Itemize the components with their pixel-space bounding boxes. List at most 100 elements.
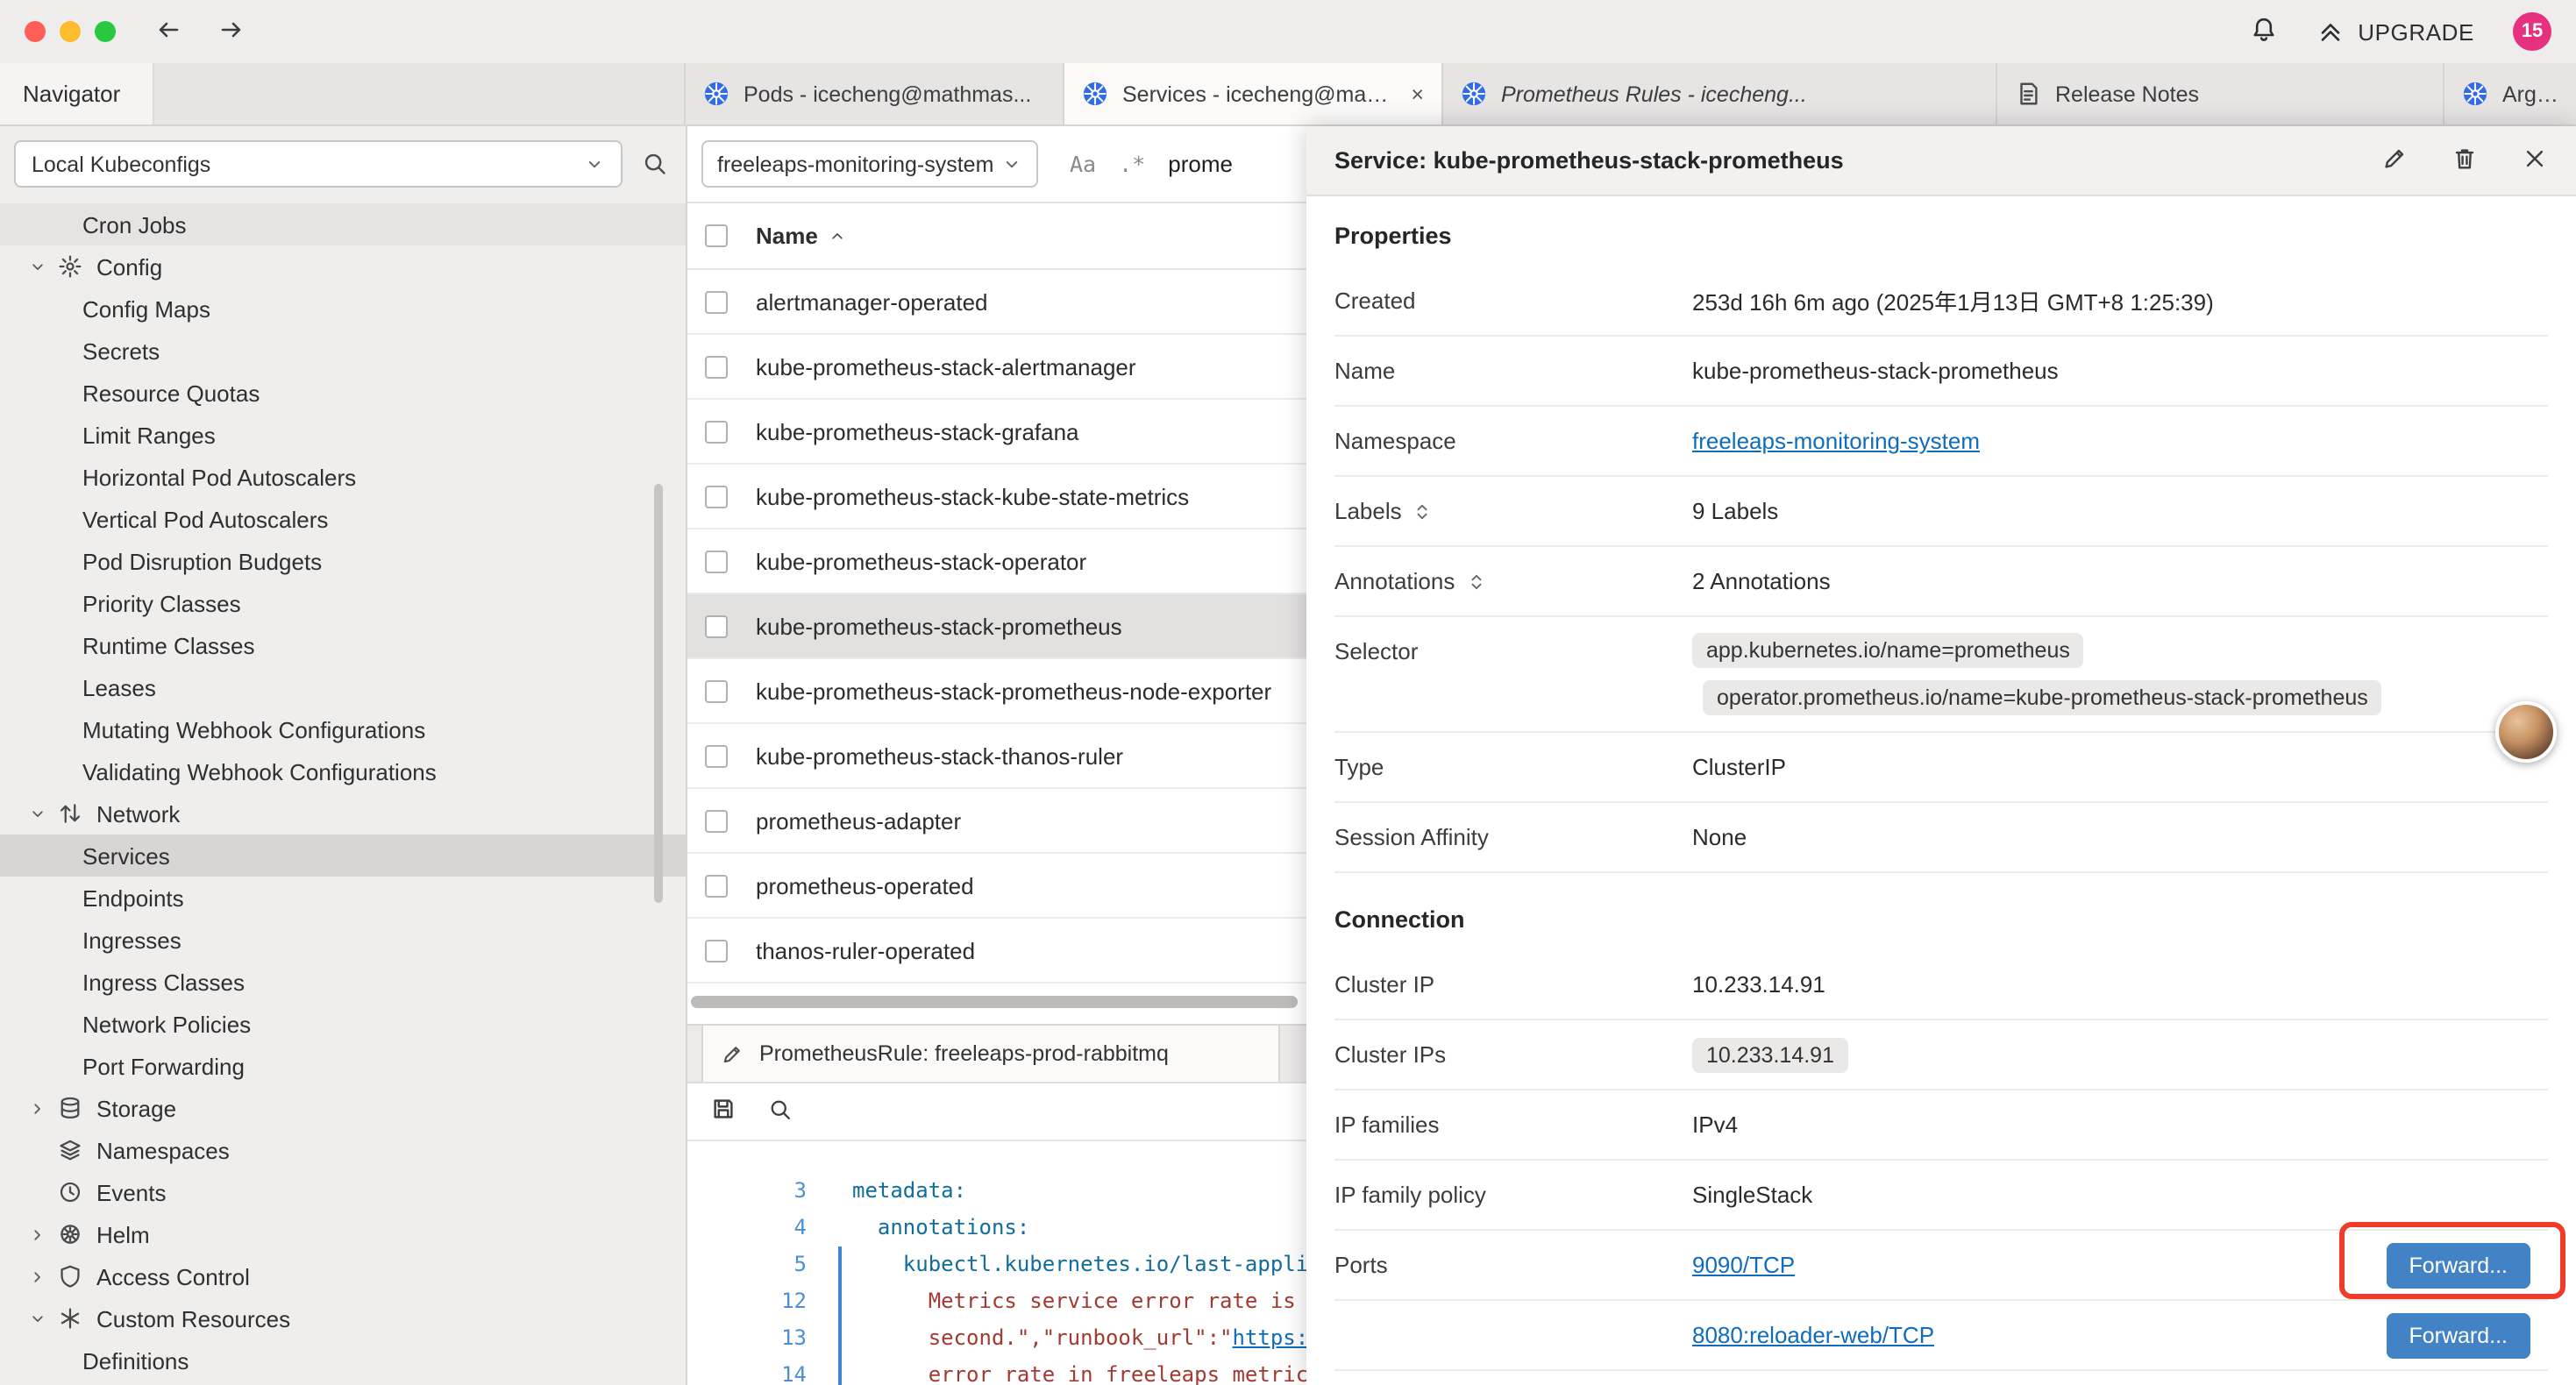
type-row: Type ClusterIP <box>1334 733 2548 803</box>
sidebar-item-access-control[interactable]: Access Control <box>0 1255 686 1297</box>
sidebar-item-leases[interactable]: Leases <box>0 666 686 708</box>
kubernetes-icon <box>703 81 729 107</box>
delete-button[interactable] <box>2451 145 2478 176</box>
port-forward-button[interactable]: Forward... <box>2386 1242 2530 1288</box>
kubeconfig-select[interactable]: Local Kubeconfigs <box>14 140 623 188</box>
navigator-sidebar: Local Kubeconfigs Cron Jobs Config Confi… <box>0 126 687 1385</box>
forward-button[interactable] <box>217 15 246 48</box>
row-checkbox[interactable] <box>705 420 728 443</box>
column-header-name[interactable]: Name <box>756 223 848 249</box>
drawer-header: Service: kube-prometheus-stack-prometheu… <box>1306 126 2576 196</box>
tab-prometheus-rules[interactable]: Prometheus Rules - icecheng... <box>1443 63 1997 124</box>
row-checkbox[interactable] <box>705 744 728 767</box>
kubeconfig-select-value: Local Kubeconfigs <box>32 152 210 176</box>
editor-search-button[interactable] <box>768 1097 793 1126</box>
sidebar-item-mutating-webhook-configurations[interactable]: Mutating Webhook Configurations <box>0 708 686 750</box>
namespace-filter-select[interactable]: freeleaps-monitoring-system <box>701 140 1038 188</box>
sidebar-item-helm[interactable]: Helm <box>0 1213 686 1255</box>
avatar[interactable] <box>2495 701 2557 763</box>
sidebar-item-horizontal-pod-autoscalers[interactable]: Horizontal Pod Autoscalers <box>0 456 686 498</box>
sidebar-item-network[interactable]: Network <box>0 792 686 835</box>
sidebar-item-custom-resources[interactable]: Custom Resources <box>0 1297 686 1339</box>
sort-asc-icon <box>829 226 848 245</box>
tab-argo[interactable]: Argo Se <box>2444 63 2576 124</box>
port-link[interactable]: 9090/TCP <box>1692 1252 1795 1278</box>
sidebar-item-events[interactable]: Events <box>0 1171 686 1213</box>
maximize-window-button[interactable] <box>95 21 116 42</box>
access-control-icon <box>58 1264 96 1289</box>
sidebar-item-network-policies[interactable]: Network Policies <box>0 1003 686 1045</box>
chevron-right-icon <box>28 1267 58 1286</box>
cluster-ip-row: Cluster IP 10.233.14.91 <box>1334 950 2548 1020</box>
minimize-window-button[interactable] <box>60 21 81 42</box>
row-checkbox[interactable] <box>705 614 728 637</box>
sidebar-item-vertical-pod-autoscalers[interactable]: Vertical Pod Autoscalers <box>0 498 686 540</box>
row-checkbox[interactable] <box>705 939 728 962</box>
sidebar-item-ingresses[interactable]: Ingresses <box>0 919 686 961</box>
close-window-button[interactable] <box>25 21 46 42</box>
sidebar-item-validating-webhook-configurations[interactable]: Validating Webhook Configurations <box>0 750 686 792</box>
back-button[interactable] <box>154 15 182 48</box>
sidebar-item-namespaces[interactable]: Namespaces <box>0 1129 686 1171</box>
chevron-down-icon <box>584 153 605 174</box>
edit-button[interactable] <box>2381 145 2408 176</box>
row-checkbox[interactable] <box>705 679 728 702</box>
sidebar-item-resource-quotas[interactable]: Resource Quotas <box>0 372 686 414</box>
row-checkbox[interactable] <box>705 809 728 832</box>
sidebar-item-config-maps[interactable]: Config Maps <box>0 288 686 330</box>
sidebar-search-button[interactable] <box>642 151 668 177</box>
namespace-link[interactable]: freeleaps-monitoring-system <box>1692 428 1980 454</box>
navigator-header: Navigator <box>0 63 154 124</box>
notifications-bell-button[interactable] <box>2249 15 2277 48</box>
port-link[interactable]: 8080:reloader-web/TCP <box>1692 1322 1934 1348</box>
save-button[interactable] <box>710 1096 737 1127</box>
row-checkbox[interactable] <box>705 485 728 508</box>
service-name: alertmanager-operated <box>756 288 988 315</box>
expand-toggle-icon[interactable] <box>1465 571 1486 592</box>
select-all-checkbox[interactable] <box>705 224 728 247</box>
tab-services[interactable]: Services - icecheng@math... × <box>1064 63 1443 124</box>
sidebar-item-runtime-classes[interactable]: Runtime Classes <box>0 624 686 666</box>
trash-icon <box>2451 145 2478 171</box>
tab-pods[interactable]: Pods - icecheng@mathmas... <box>686 63 1064 124</box>
sidebar-item-ingress-classes[interactable]: Ingress Classes <box>0 961 686 1003</box>
tab-release-notes[interactable]: Release Notes <box>1997 63 2444 124</box>
match-case-icon[interactable]: Aa <box>1070 151 1096 177</box>
custom-resources-icon <box>58 1306 96 1331</box>
upgrade-button[interactable]: UPGRADE <box>2316 18 2474 46</box>
sidebar-scrollbar-thumb[interactable] <box>654 484 663 903</box>
sidebar-item-pod-disruption-budgets[interactable]: Pod Disruption Budgets <box>0 540 686 582</box>
sidebar-item-config[interactable]: Config <box>0 245 686 288</box>
row-checkbox[interactable] <box>705 874 728 897</box>
horizontal-scrollbar-thumb[interactable] <box>691 996 1298 1008</box>
row-checkbox[interactable] <box>705 550 728 572</box>
sidebar-item-services[interactable]: Services <box>0 835 686 877</box>
search-input[interactable]: Aa .* prome <box>1070 151 1233 177</box>
details-drawer: Service: kube-prometheus-stack-prometheu… <box>1306 126 2576 1385</box>
sidebar-item-endpoints[interactable]: Endpoints <box>0 877 686 919</box>
sidebar-item-port-forwarding[interactable]: Port Forwarding <box>0 1045 686 1087</box>
chevron-right-icon <box>28 1225 58 1244</box>
close-drawer-button[interactable] <box>2522 145 2548 176</box>
code-segment: kubectl.kubernetes.io/last-applied-co <box>852 1252 1371 1276</box>
drawer-body: Properties Created 253d 16h 6m ago (2025… <box>1306 196 2576 1385</box>
sidebar-item-secrets[interactable]: Secrets <box>0 330 686 372</box>
notification-count-badge[interactable]: 15 <box>2513 12 2551 51</box>
sidebar-item-storage[interactable]: Storage <box>0 1087 686 1129</box>
save-icon <box>710 1096 737 1122</box>
regex-icon[interactable]: .* <box>1119 151 1145 177</box>
close-tab-icon[interactable]: × <box>1411 82 1424 106</box>
sidebar-item-limit-ranges[interactable]: Limit Ranges <box>0 414 686 456</box>
port-forward-button[interactable]: Forward... <box>2386 1312 2530 1358</box>
row-checkbox[interactable] <box>705 355 728 378</box>
row-checkbox[interactable] <box>705 290 728 313</box>
sidebar-item-definitions[interactable]: Definitions <box>0 1339 686 1381</box>
line-number: 13 <box>687 1320 835 1357</box>
dock-tab-prometheusrule[interactable]: PrometheusRule: freeleaps-prod-rabbitmq <box>701 1026 1280 1082</box>
service-name: kube-prometheus-stack-prometheus-node-ex… <box>756 678 1271 704</box>
sidebar-item-cron-jobs[interactable]: Cron Jobs <box>0 203 686 245</box>
tab-bar: Navigator Pods - icecheng@mathmas... Ser… <box>0 63 2576 126</box>
sidebar-item-priority-classes[interactable]: Priority Classes <box>0 582 686 624</box>
code-segment: Metrics service error rate is {{ $va <box>852 1289 1384 1313</box>
expand-toggle-icon[interactable] <box>1413 501 1434 522</box>
